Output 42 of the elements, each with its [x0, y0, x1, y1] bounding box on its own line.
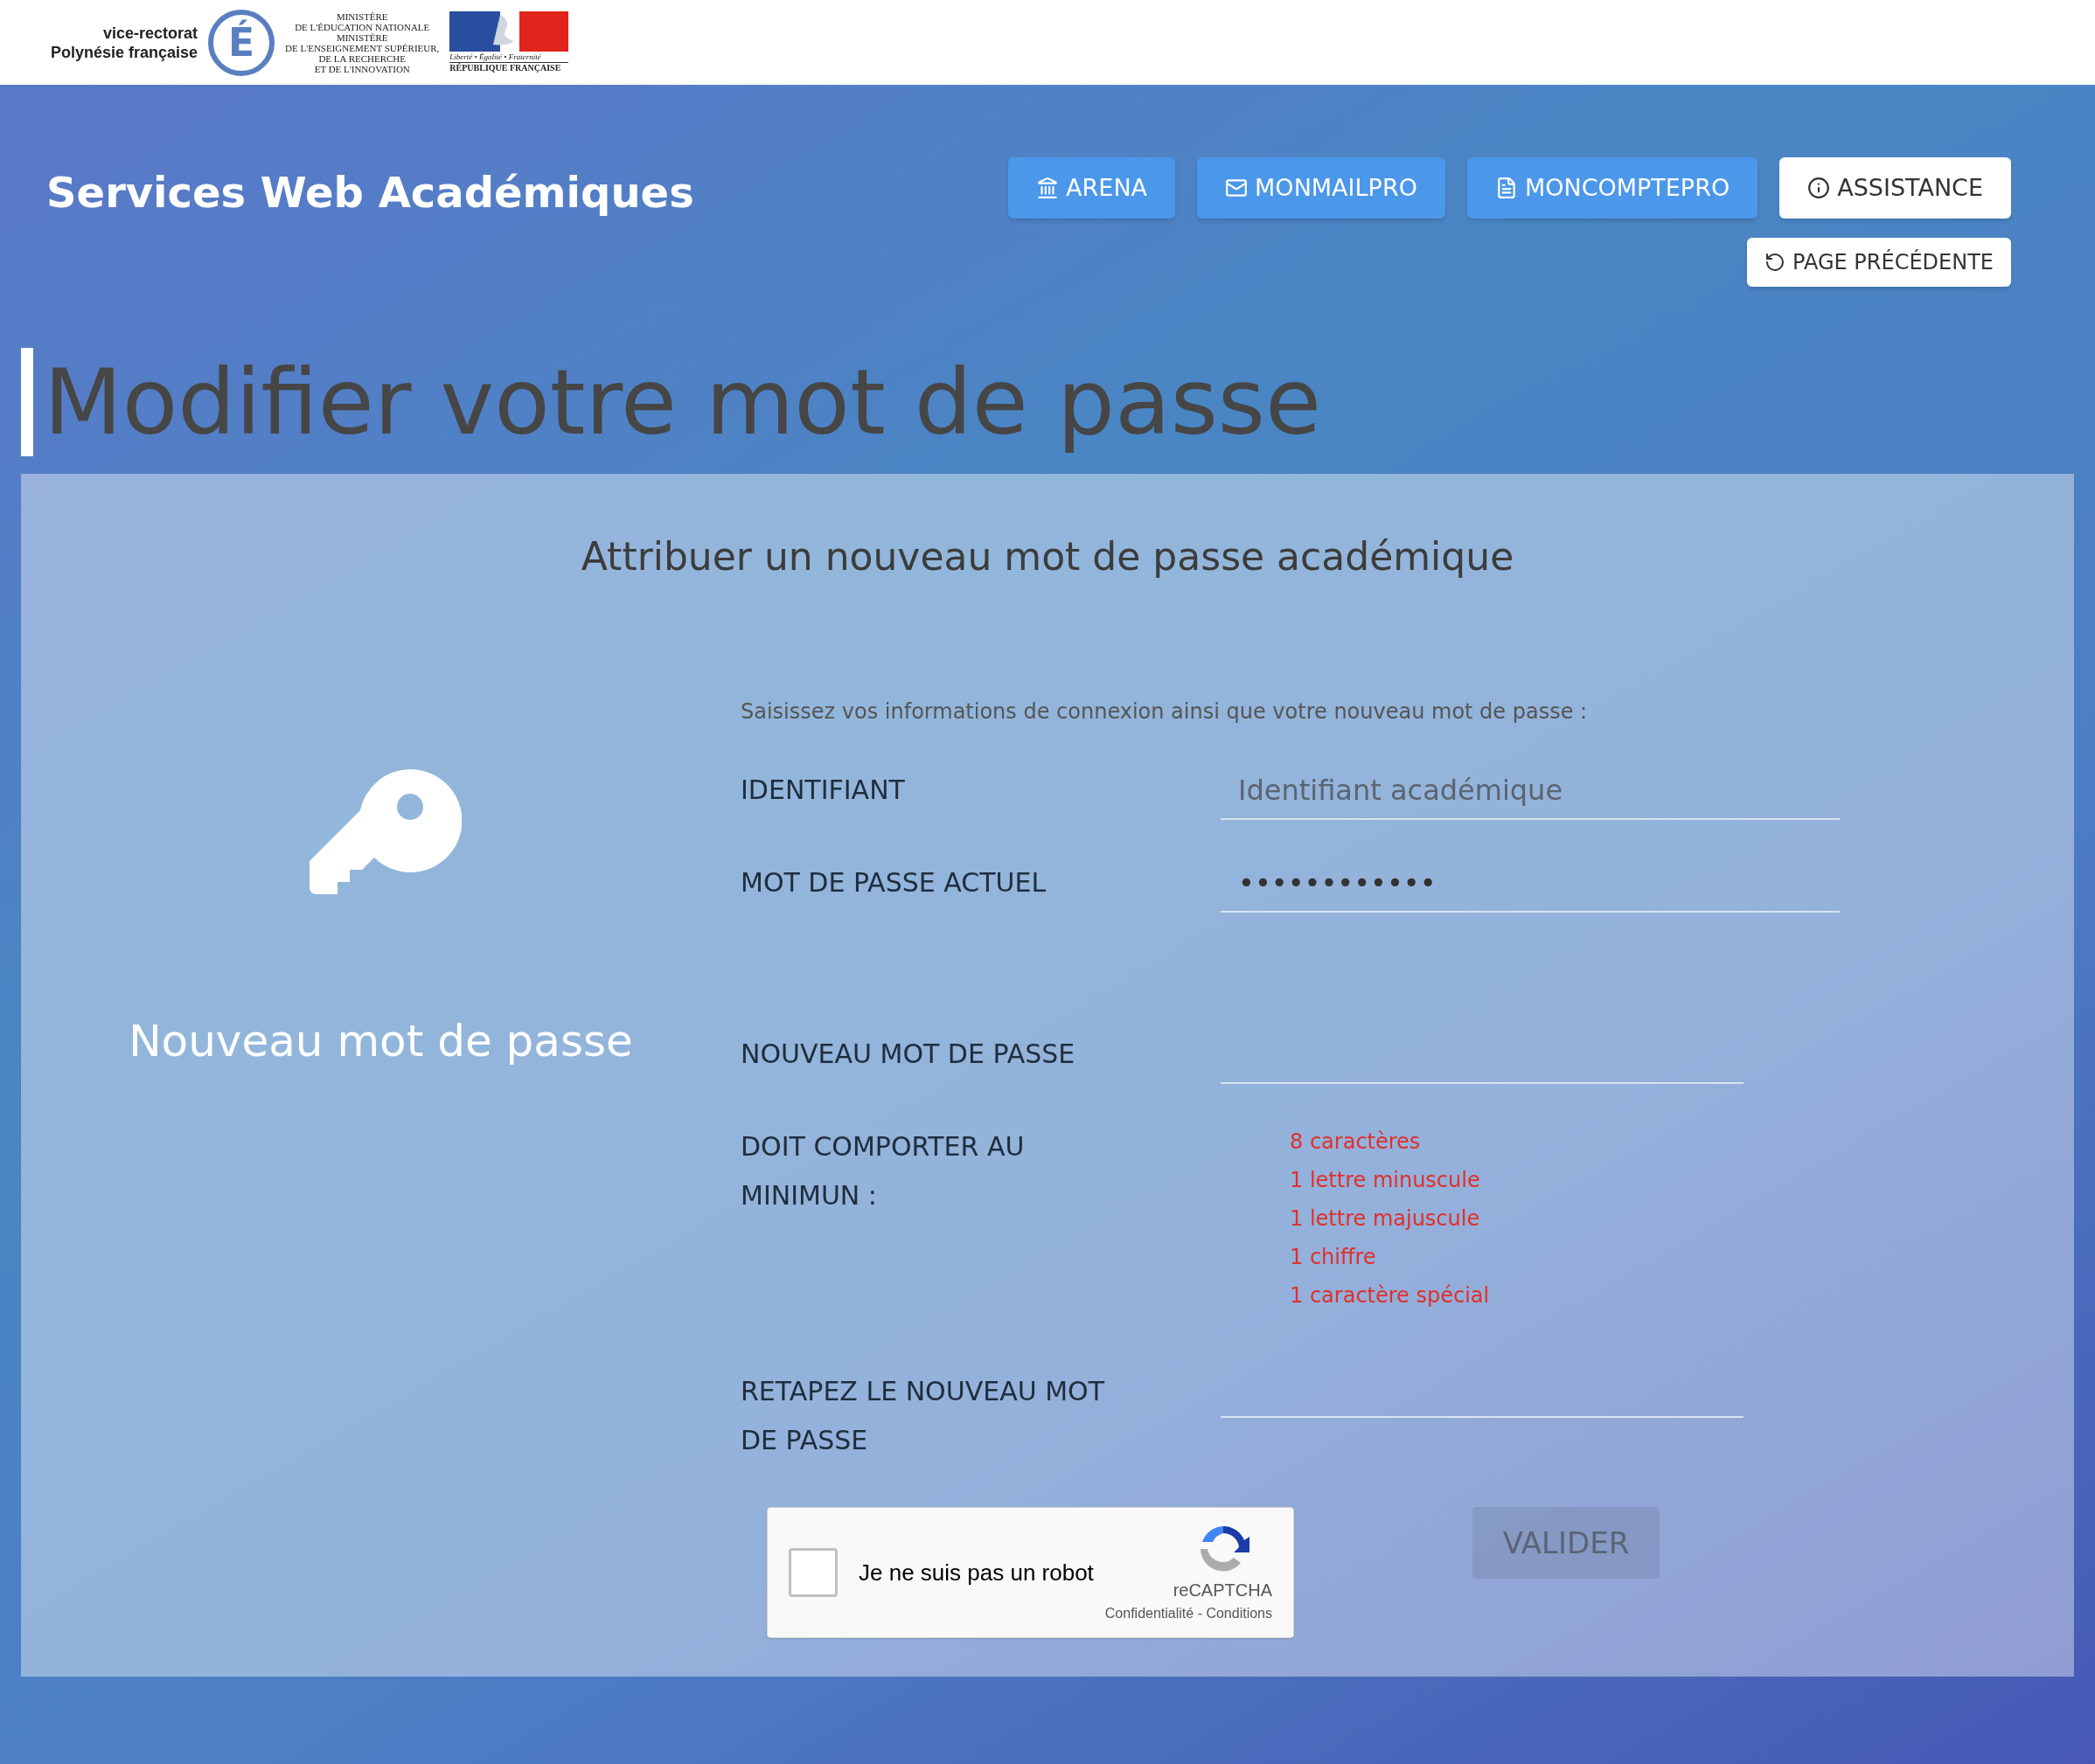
intro-text: Saisissez vos informations de connexion ainsi que votre nouveau mot de passe :	[741, 698, 1589, 726]
recaptcha-brand: reCAPTCHA	[1173, 1580, 1272, 1601]
ministry-text: DE L'ÉDUCATION NATIONALE	[295, 21, 430, 32]
requirement-text: 1 chiffre	[1290, 1244, 1377, 1271]
site-title: Services Web Académiques	[46, 167, 694, 219]
ministry-text: ET DE L'INNOVATION	[314, 63, 410, 74]
nav-button[interactable]: MONCOMPTEPRO	[1466, 157, 1758, 219]
undo-icon	[1764, 252, 1785, 273]
recaptcha-links[interactable]: Confidentialité - Conditions	[1104, 1603, 1272, 1624]
field-label: RETAPEZ LE NOUVEAU MOT DE PASSE	[741, 1375, 1106, 1457]
logo-text: Polynésie française	[51, 42, 198, 62]
info-icon	[1807, 177, 1831, 199]
nav-button[interactable]: MONMAILPRO	[1197, 157, 1445, 219]
nav-button[interactable]: ARENA	[1008, 157, 1176, 219]
back-button[interactable]: PAGE PRÉCÉDENTE	[1747, 238, 2011, 287]
captcha-checkbox[interactable]	[789, 1548, 838, 1597]
field-label: MOT DE PASSE ACTUEL	[741, 866, 1048, 899]
page-title: Modifier votre mot de passe	[44, 348, 1321, 456]
nav-button[interactable]: ASSISTANCE	[1779, 157, 2011, 219]
republic-text: RÉPUBLIQUE FRANÇAISE	[449, 62, 569, 73]
motto-text: Liberté • Égalité • Fraternité	[449, 52, 542, 62]
input-field[interactable]: Identifiant académique	[1221, 762, 1840, 820]
mail-icon	[1225, 177, 1249, 199]
field-label: NOUVEAU MOT DE PASSE	[741, 1038, 1076, 1071]
requirement-text: 8 caractères	[1290, 1129, 1422, 1156]
requirements-label: DOIT COMPORTER AU MINIMUN :	[741, 1130, 1026, 1212]
card-subtitle: Attribuer un nouveau mot de passe académique	[580, 533, 1515, 580]
landmark-icon	[1036, 177, 1060, 199]
requirement-text: 1 caractère spécial	[1290, 1282, 1490, 1309]
ministry-text: MINISTÈRE	[336, 31, 388, 43]
password-field[interactable]: ••••••••••••	[1221, 855, 1840, 913]
logo-text: vice-rectorat	[103, 23, 198, 43]
requirement-text: 1 lettre majuscule	[1290, 1205, 1481, 1233]
ministry-text: DE LA RECHERCHE	[318, 52, 407, 64]
field-label: IDENTIFIANT	[741, 774, 906, 807]
captcha-label: Je ne suis pas un robot	[859, 1558, 1094, 1587]
side-caption: Nouveau mot de passe	[129, 1015, 633, 1068]
flag-emblem-icon	[449, 11, 569, 52]
requirement-text: 1 lettre minuscule	[1290, 1167, 1481, 1194]
logo-emblem: É	[208, 9, 275, 76]
ministry-text: MINISTÈRE	[336, 10, 388, 22]
ministry-text: DE L'ENSEIGNEMENT SUPÉRIEUR,	[285, 42, 440, 53]
